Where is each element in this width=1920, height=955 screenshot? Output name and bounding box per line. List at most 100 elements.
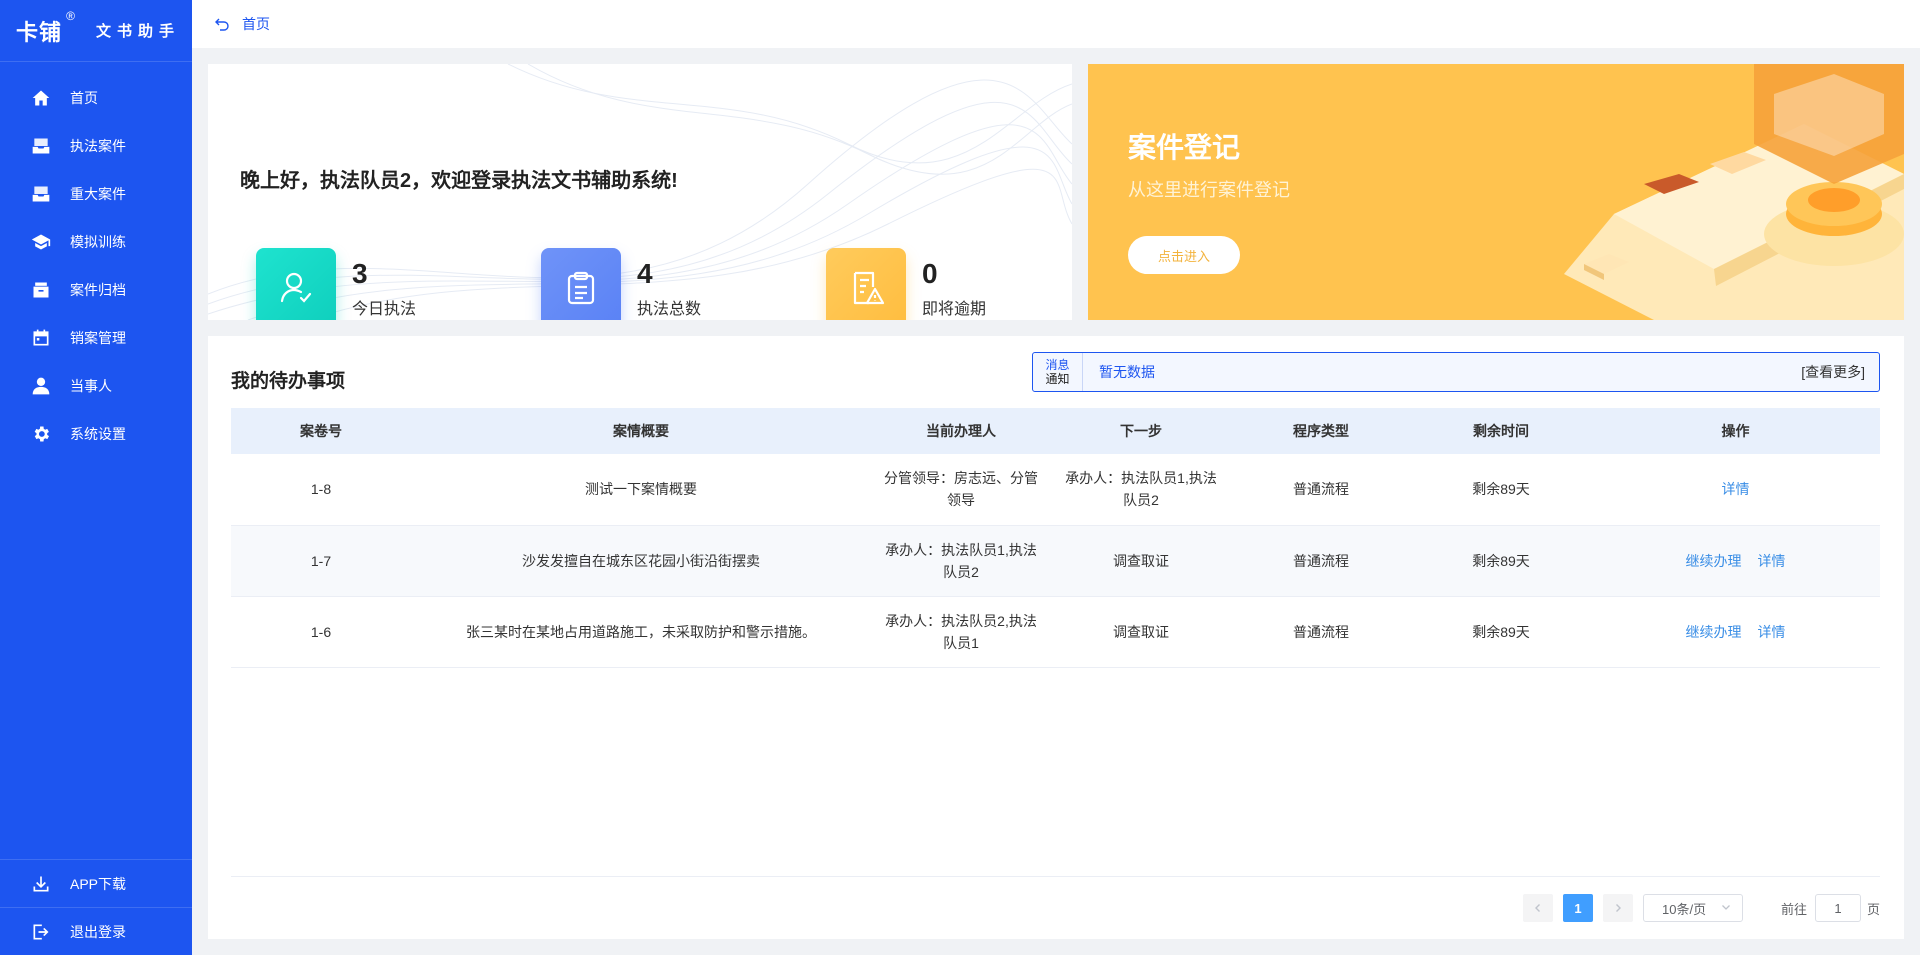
registered-mark: ®	[66, 8, 77, 23]
notice-tag: 消息 通知	[1033, 353, 1083, 391]
sidebar-item-case-closing[interactable]: 销案管理	[0, 314, 192, 362]
sidebar-bottom-nav: APP下载 退出登录	[0, 859, 192, 955]
stat-value: 4	[637, 258, 653, 289]
top-bar: 首页	[192, 0, 1920, 48]
person-icon	[30, 375, 52, 397]
stat-value: 3	[352, 258, 368, 289]
continue-link[interactable]: 继续办理	[1686, 624, 1742, 640]
sidebar: 卡铺 ® 文书助手 首页 执法案件 重大案件 模拟训练 案件归档 销案管理 当事…	[0, 0, 192, 955]
cell-process-type: 普通流程	[1231, 525, 1411, 597]
detail-link[interactable]: 详情	[1757, 624, 1785, 640]
detail-link[interactable]: 详情	[1722, 481, 1750, 497]
sidebar-item-logout[interactable]: 退出登录	[0, 907, 192, 955]
stat-today: 3 今日执法	[256, 248, 416, 320]
sidebar-item-major-cases[interactable]: 重大案件	[0, 170, 192, 218]
brand-logo-text: 卡铺	[16, 19, 63, 45]
pagination-divider	[231, 876, 1880, 877]
sidebar-item-enforcement-cases[interactable]: 执法案件	[0, 122, 192, 170]
graduation-cap-icon	[30, 231, 52, 253]
chevron-right-icon	[1616, 904, 1621, 912]
table-row: 1-8 测试一下案情概要 分管领导：房志远、分管领导 承办人：执法队员1,执法队…	[231, 454, 1880, 526]
case-box-icon	[30, 135, 52, 157]
page-size-value: 10条/页	[1662, 901, 1707, 917]
cell-case-id: 1-7	[231, 525, 411, 597]
sidebar-item-label: 销案管理	[70, 330, 126, 346]
stat-value: 0	[922, 258, 938, 289]
stat-text: 3 今日执法	[352, 257, 416, 319]
sidebar-item-label: APP下载	[70, 875, 127, 892]
sidebar-item-label: 退出登录	[70, 923, 126, 940]
download-icon	[30, 873, 52, 895]
cell-actions: 继续办理 详情	[1591, 596, 1880, 668]
enter-button[interactable]: 点击进入	[1128, 236, 1240, 274]
cell-handler: 承办人：执法队员1,执法队员2	[871, 525, 1051, 597]
continue-link[interactable]: 继续办理	[1686, 553, 1742, 569]
welcome-card: 晚上好，执法队员2，欢迎登录执法文书辅助系统! 3 今日执法 4 执法总数 0 …	[208, 64, 1072, 320]
sidebar-item-home[interactable]: 首页	[0, 74, 192, 122]
stat-tile	[256, 248, 336, 320]
goto-suffix: 页	[1867, 901, 1881, 917]
column-header: 剩余时间	[1411, 408, 1591, 454]
stat-label: 即将逾期	[922, 301, 987, 318]
cell-remaining-time: 剩余89天	[1411, 454, 1591, 526]
stat-overdue: 0 即将逾期	[826, 248, 986, 320]
isometric-illustration	[1564, 64, 1904, 320]
chevron-down-icon	[1722, 905, 1730, 910]
cell-next-step: 调查取证	[1051, 596, 1231, 668]
sidebar-item-label: 当事人	[70, 378, 112, 394]
case-register-card: 案件登记 从这里进行案件登记 点击进入	[1088, 64, 1904, 320]
register-title: 案件登记	[1128, 132, 1241, 163]
next-page-button[interactable]	[1603, 894, 1633, 922]
cell-actions: 详情	[1591, 454, 1880, 526]
stat-tile	[826, 248, 906, 320]
column-header: 当前办理人	[871, 408, 1051, 454]
sidebar-nav: 首页 执法案件 重大案件 模拟训练 案件归档 销案管理 当事人 系统设置	[0, 74, 192, 458]
todo-panel: 我的待办事项 消息 通知 暂无数据 [查看更多] 案卷号 案情概要 当前办理人 …	[208, 336, 1904, 939]
cell-process-type: 普通流程	[1231, 596, 1411, 668]
page-size-select[interactable]: 10条/页	[1643, 894, 1743, 922]
chevron-left-icon	[1535, 904, 1540, 912]
back-icon[interactable]	[214, 16, 230, 32]
register-subtitle: 从这里进行案件登记	[1128, 180, 1290, 200]
sidebar-item-training[interactable]: 模拟训练	[0, 218, 192, 266]
column-header: 案情概要	[411, 408, 871, 454]
sidebar-item-label: 案件归档	[70, 282, 126, 298]
gear-icon	[30, 423, 52, 445]
breadcrumb[interactable]: 首页	[242, 14, 270, 34]
prev-page-button[interactable]	[1523, 894, 1553, 922]
clipboard-icon	[567, 271, 595, 305]
notice-tag-top: 消息	[1045, 358, 1070, 372]
goto-prefix: 前往	[1781, 901, 1808, 917]
cell-summary: 沙发发擅自在城东区花园小街沿街摆卖	[411, 525, 871, 597]
notice-tag-bottom: 通知	[1045, 372, 1070, 386]
cell-actions: 继续办理 详情	[1591, 525, 1880, 597]
stat-label: 执法总数	[637, 301, 702, 318]
stat-total: 4 执法总数	[541, 248, 701, 320]
stat-tile	[541, 248, 621, 320]
brand-subtitle: 文书助手	[96, 23, 181, 40]
sidebar-item-archive[interactable]: 案件归档	[0, 266, 192, 314]
calendar-icon	[30, 327, 52, 349]
message-notice-bar: 消息 通知 暂无数据 [查看更多]	[1032, 352, 1880, 392]
major-case-icon	[30, 183, 52, 205]
cell-process-type: 普通流程	[1231, 454, 1411, 526]
detail-link[interactable]: 详情	[1757, 553, 1785, 569]
pagination: 1 10条/页 前往 页	[208, 894, 1904, 924]
column-header: 案卷号	[231, 408, 411, 454]
sidebar-item-settings[interactable]: 系统设置	[0, 410, 192, 458]
sidebar-item-app-download[interactable]: APP下载	[0, 859, 192, 907]
view-more-link[interactable]: [查看更多]	[1801, 362, 1865, 382]
cell-remaining-time: 剩余89天	[1411, 596, 1591, 668]
page-number-current[interactable]: 1	[1563, 894, 1593, 922]
column-header: 程序类型	[1231, 408, 1411, 454]
cell-next-step: 承办人：执法队员1,执法队员2	[1051, 454, 1231, 526]
sidebar-item-label: 系统设置	[70, 426, 126, 442]
welcome-greeting: 晚上好，执法队员2，欢迎登录执法文书辅助系统!	[240, 170, 678, 192]
sidebar-item-parties[interactable]: 当事人	[0, 362, 192, 410]
cell-summary: 张三某时在某地占用道路施工，未采取防护和警示措施。	[411, 596, 871, 668]
cell-case-id: 1-6	[231, 596, 411, 668]
goto-page-input[interactable]	[1815, 894, 1862, 922]
sidebar-item-label: 执法案件	[70, 138, 126, 154]
home-icon	[30, 87, 52, 109]
brand: 卡铺 ® 文书助手	[0, 0, 192, 62]
